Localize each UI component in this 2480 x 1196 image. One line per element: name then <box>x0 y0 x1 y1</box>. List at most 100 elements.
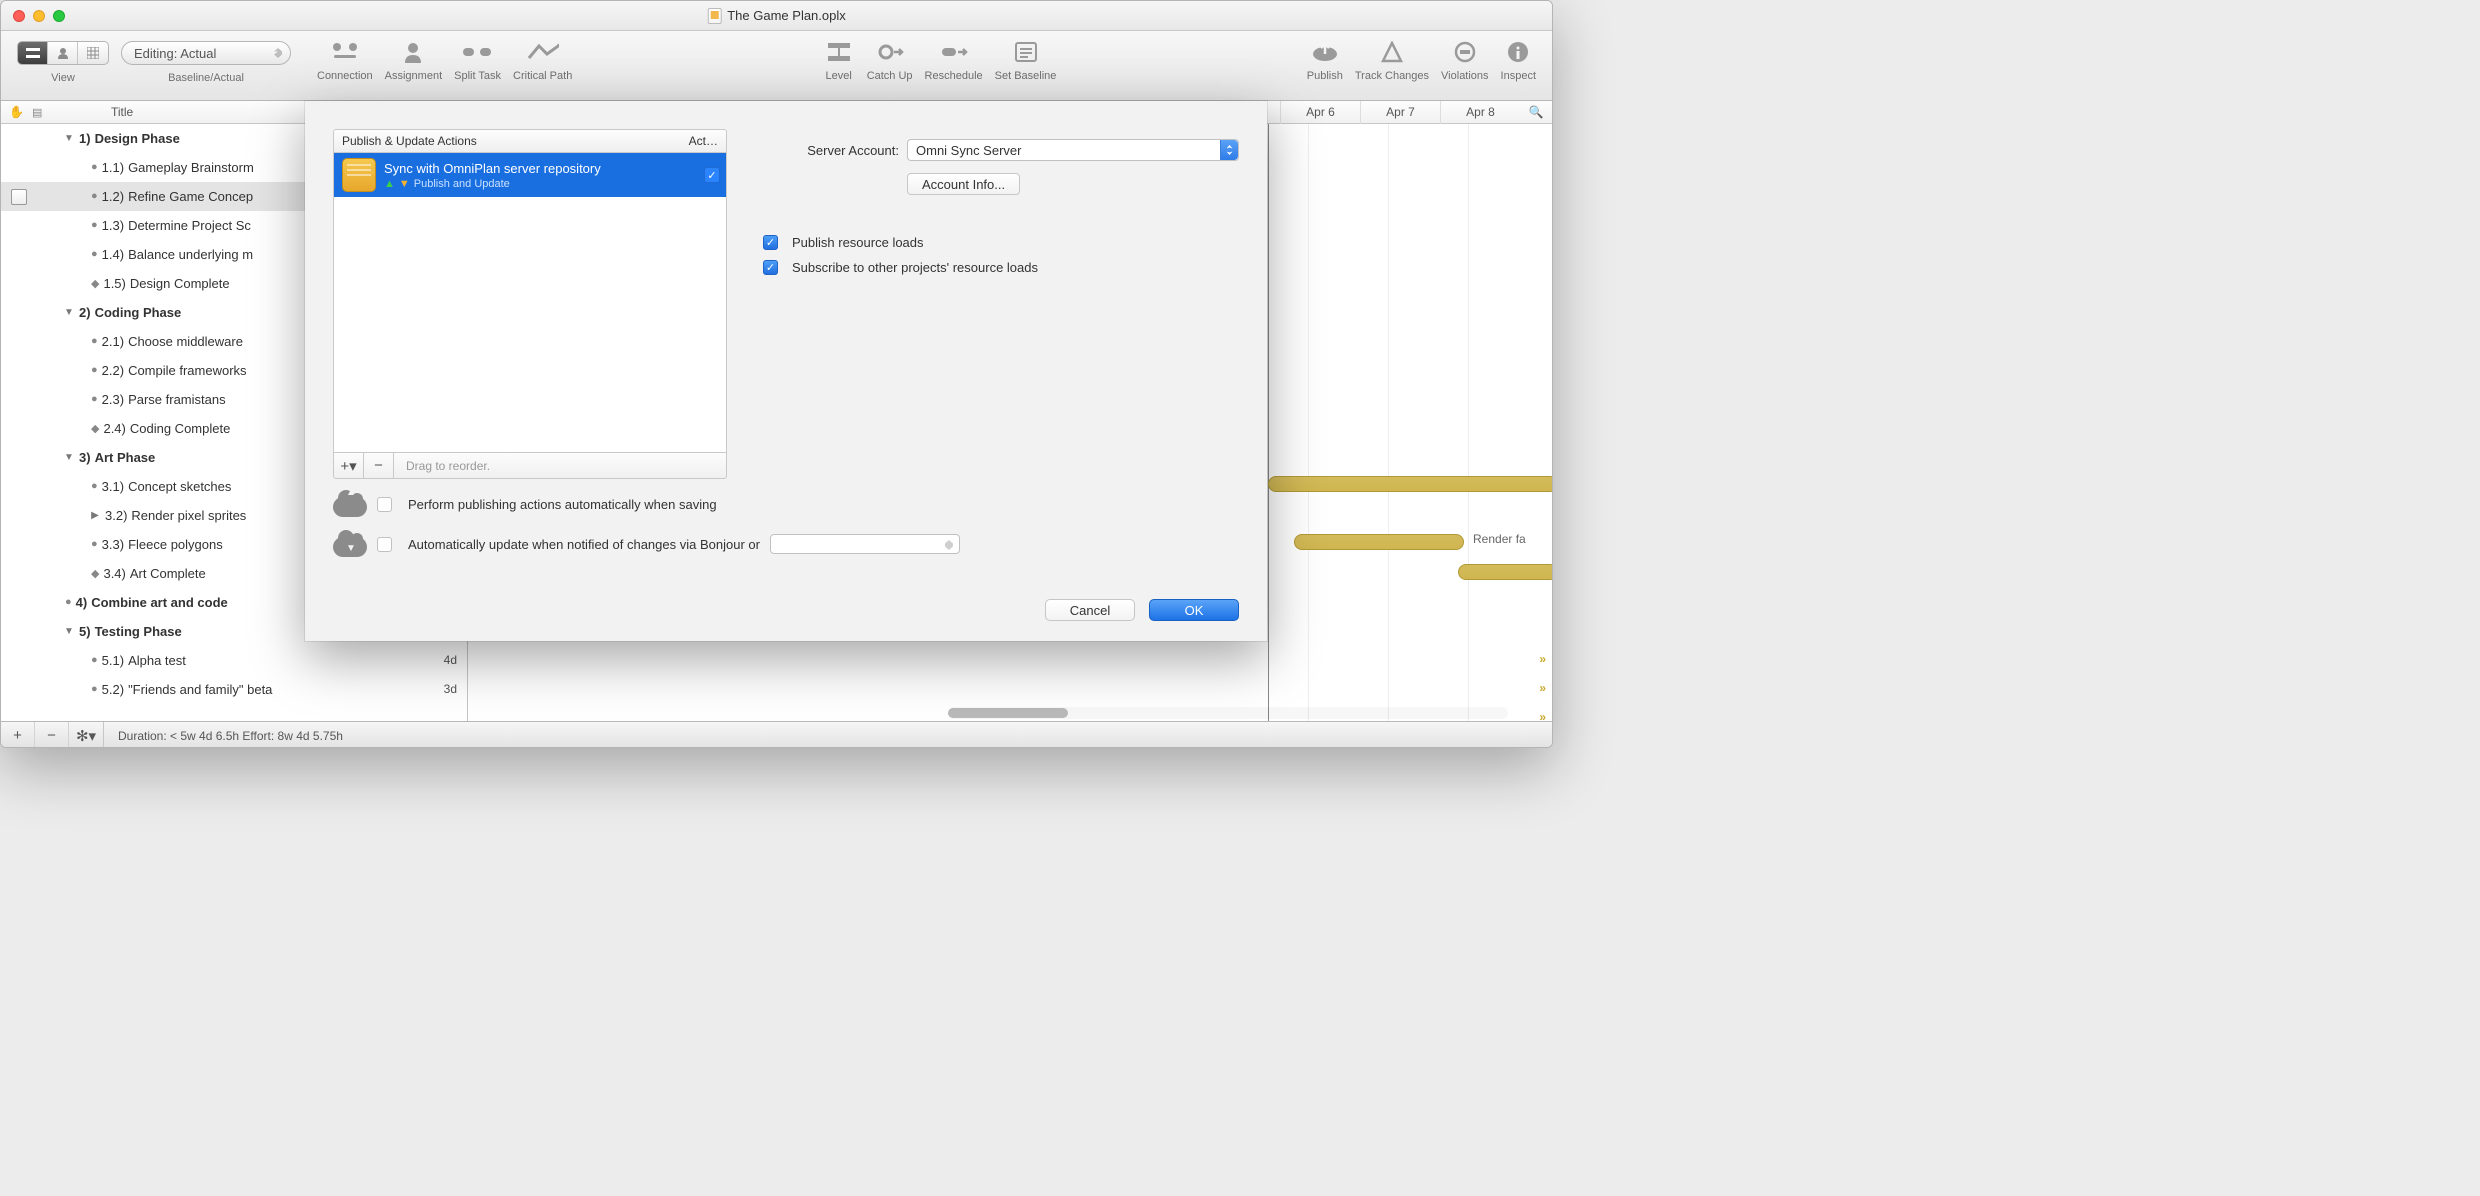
bullet-icon: ● <box>91 219 98 231</box>
split-task-button[interactable] <box>462 37 494 67</box>
date-col[interactable]: Apr 8 <box>1440 101 1520 124</box>
date-col[interactable]: Apr 6 <box>1280 101 1360 124</box>
add-action-button[interactable]: +▾ <box>334 453 364 478</box>
view-calendar-icon[interactable] <box>78 42 108 64</box>
server-account-label: Server Account: <box>763 143 899 158</box>
bullet-icon: ● <box>91 654 98 666</box>
continuation-icon: » <box>1539 710 1546 721</box>
actions-list-header: Publish & Update Actions Act… <box>333 129 727 153</box>
disclosure-icon[interactable]: ▶ <box>87 510 103 521</box>
add-button[interactable]: + <box>1 722 35 748</box>
publish-resource-loads-label: Publish resource loads <box>792 235 924 250</box>
task-label: Alpha test <box>128 653 186 668</box>
bullet-icon: ● <box>91 161 98 173</box>
gantt-bar[interactable] <box>1294 534 1464 550</box>
bullet-icon: ● <box>91 364 98 376</box>
task-row[interactable]: ●5.1)Alpha test4d <box>1 646 467 675</box>
titlebar: The Game Plan.oplx <box>1 1 1552 31</box>
date-col[interactable]: Apr 7 <box>1360 101 1440 124</box>
zoom-icon[interactable] <box>53 10 65 22</box>
violations-button[interactable] <box>1449 37 1481 67</box>
ok-button[interactable]: OK <box>1149 599 1239 621</box>
zoom-icon[interactable]: 🔍 <box>1520 105 1552 119</box>
connection-button[interactable] <box>329 37 361 67</box>
actions-list[interactable]: Sync with OmniPlan server repository ▲ ▼… <box>333 153 727 453</box>
bullet-icon: ◆ <box>91 277 99 290</box>
cloud-download-icon: ▼ <box>333 531 367 557</box>
window-title-text: The Game Plan.oplx <box>727 8 846 23</box>
publish-resource-loads-checkbox[interactable]: ✓ <box>763 235 778 250</box>
catch-up-button[interactable] <box>874 37 906 67</box>
level-button[interactable] <box>823 37 855 67</box>
assignment-button[interactable] <box>397 37 429 67</box>
window-title: The Game Plan.oplx <box>707 8 846 24</box>
auto-publish-checkbox[interactable] <box>377 497 392 512</box>
action-subtitle: ▲ ▼ Publish and Update <box>384 178 601 190</box>
task-label: Design Phase <box>95 131 180 146</box>
disclosure-icon[interactable]: ▼ <box>61 626 77 637</box>
remove-action-button[interactable]: − <box>364 453 394 478</box>
task-label: Refine Game Concep <box>128 189 253 204</box>
cloud-upload-icon: ▲ <box>333 491 367 517</box>
chevron-updown-icon <box>1220 140 1238 160</box>
window-controls <box>13 10 65 22</box>
view-gantt-icon[interactable] <box>18 42 48 64</box>
bullet-icon: ● <box>91 190 98 202</box>
bullet-icon: ● <box>91 335 98 347</box>
task-label: Art Phase <box>95 450 156 465</box>
bullet-icon: ◆ <box>91 567 99 580</box>
baseline-popup[interactable]: Editing: Actual <box>121 41 291 65</box>
view-resource-icon[interactable] <box>48 42 78 64</box>
account-info-button[interactable]: Account Info... <box>907 173 1020 195</box>
bullet-icon: ● <box>91 683 98 695</box>
task-label: Concept sketches <box>128 479 231 494</box>
track-changes-button[interactable] <box>1376 37 1408 67</box>
action-enabled-checkbox[interactable]: ✓ <box>704 167 720 183</box>
document-icon <box>707 8 721 24</box>
minimize-icon[interactable] <box>33 10 45 22</box>
inspect-button[interactable] <box>1502 37 1534 67</box>
close-icon[interactable] <box>13 10 25 22</box>
sync-action-item[interactable]: Sync with OmniPlan server repository ▲ ▼… <box>334 153 726 197</box>
footer-status: Duration: < 5w 4d 6.5h Effort: 8w 4d 5.7… <box>104 729 343 743</box>
bullet-icon: ● <box>91 393 98 405</box>
app-window: The Game Plan.oplx View <box>0 0 1553 748</box>
gantt-bar[interactable] <box>1458 564 1552 580</box>
continuation-icon: » <box>1539 652 1546 666</box>
disclosure-icon[interactable]: ▼ <box>61 452 77 463</box>
reorder-hint: Drag to reorder. <box>394 459 490 473</box>
today-marker <box>1268 124 1269 721</box>
subscribe-resource-loads-checkbox[interactable]: ✓ <box>763 260 778 275</box>
toolbar-view-label: View <box>51 72 75 84</box>
publish-arrow-icon: ▲ <box>384 178 395 190</box>
bullet-icon: ● <box>91 480 98 492</box>
view-segment[interactable] <box>17 41 109 65</box>
task-label: Gameplay Brainstorm <box>128 160 254 175</box>
disclosure-icon[interactable]: ▼ <box>61 307 77 318</box>
task-label: Coding Phase <box>95 305 182 320</box>
horizontal-scrollbar[interactable] <box>948 707 1508 719</box>
critical-path-button[interactable] <box>527 37 559 67</box>
toolbar: View Editing: Actual Baseline/Actual Con… <box>1 31 1552 101</box>
disclosure-icon[interactable]: ▼ <box>61 133 77 144</box>
task-row[interactable]: ●5.2)"Friends and family" beta3d <box>1 675 467 704</box>
remove-button[interactable]: − <box>35 722 69 748</box>
bullet-icon: ● <box>91 538 98 550</box>
action-menu-button[interactable]: ✻▾ <box>69 722 103 748</box>
bonjour-select[interactable] <box>770 534 960 554</box>
set-baseline-button[interactable] <box>1010 37 1042 67</box>
gantt-bar[interactable] <box>1268 476 1552 492</box>
publish-button[interactable] <box>1309 37 1341 67</box>
task-label: Design Complete <box>130 276 230 291</box>
bar-label: Render fa <box>1473 532 1526 546</box>
bullet-icon: ● <box>65 596 72 608</box>
task-label: Determine Project Sc <box>128 218 251 233</box>
cancel-button[interactable]: Cancel <box>1045 599 1135 621</box>
server-account-select[interactable]: Omni Sync Server <box>907 139 1239 161</box>
publish-dialog: Publish & Update Actions Act… Sync with … <box>305 101 1267 641</box>
task-label: Parse framistans <box>128 392 226 407</box>
auto-update-checkbox[interactable] <box>377 537 392 552</box>
bullet-icon: ● <box>91 248 98 260</box>
task-label: Testing Phase <box>95 624 182 639</box>
reschedule-button[interactable] <box>938 37 970 67</box>
